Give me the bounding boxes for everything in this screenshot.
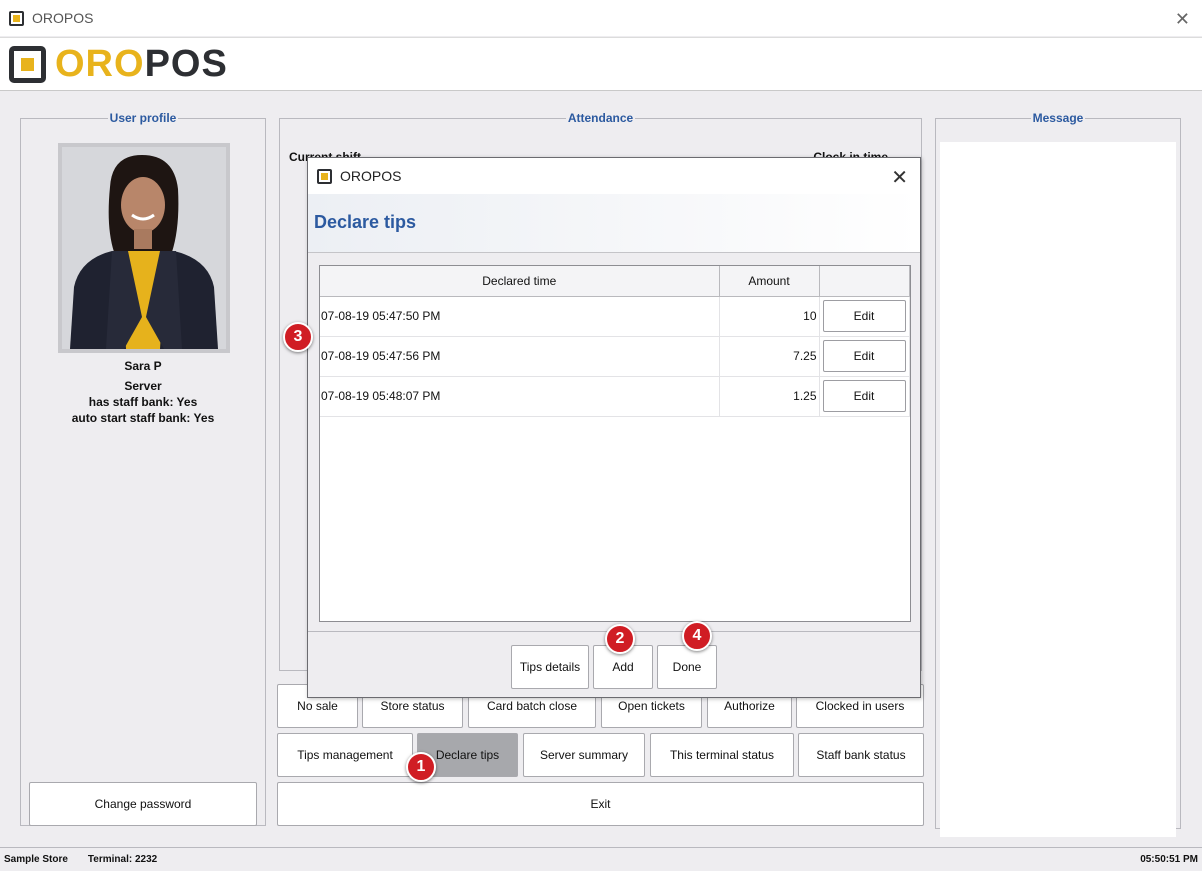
- window-titlebar: OROPOS ✕: [0, 0, 1202, 36]
- attendance-legend: Attendance: [567, 111, 634, 125]
- oropos-logo-icon: [9, 46, 46, 83]
- declared-time-cell: 07-08-19 05:47:50 PM: [320, 296, 720, 337]
- amount-cell: 10: [719, 296, 820, 337]
- tips-table: Declared time Amount 07-08-19 05:47:50 P…: [319, 265, 911, 622]
- step-badge-2: 2: [605, 624, 635, 654]
- step-badge-4: 4: [682, 621, 712, 651]
- user-info: Sara P Server has staff bank: Yes auto s…: [21, 358, 265, 426]
- action-header: [819, 266, 910, 297]
- message-panel: Message: [935, 111, 1181, 837]
- auto-staff-bank-status: auto start staff bank: Yes: [71, 411, 215, 425]
- oropos-logo: OROPOS: [55, 43, 228, 85]
- declare-tips-dialog: OROPOS ✕ Declare tips Declared time Amou…: [307, 157, 921, 698]
- window-close-icon[interactable]: ✕: [1175, 9, 1190, 30]
- staff-bank-status: has staff bank: Yes: [88, 395, 198, 409]
- this-terminal-status-button[interactable]: This terminal status: [650, 733, 794, 777]
- dialog-app-icon: [317, 168, 332, 184]
- amount-cell: 7.25: [719, 336, 820, 377]
- declared-time-header[interactable]: Declared time: [320, 266, 720, 297]
- app-icon: [9, 10, 24, 26]
- declared-time-cell: 07-08-19 05:47:56 PM: [320, 336, 720, 377]
- tips-details-button[interactable]: Tips details: [511, 645, 589, 689]
- message-area: [940, 142, 1176, 837]
- amount-cell: 1.25: [719, 376, 820, 417]
- tips-management-button[interactable]: Tips management: [277, 733, 413, 777]
- user-role: Server: [124, 379, 162, 393]
- table-row[interactable]: 07-08-19 05:47:56 PM 7.25 Edit: [320, 336, 910, 377]
- done-button[interactable]: Done: [657, 645, 717, 689]
- store-name: Sample Store: [4, 854, 68, 865]
- status-bar: Sample Store Terminal: 2232 05:50:51 PM: [0, 847, 1202, 871]
- user-avatar: [58, 143, 230, 353]
- exit-button[interactable]: Exit: [277, 782, 924, 826]
- dialog-titlebar: OROPOS ✕: [308, 158, 920, 194]
- dialog-title: OROPOS: [340, 168, 402, 184]
- dialog-heading: Declare tips: [314, 212, 417, 232]
- dialog-header: Declare tips: [308, 194, 920, 253]
- amount-header[interactable]: Amount: [719, 266, 820, 297]
- logo-bar: OROPOS: [0, 37, 1202, 91]
- edit-button[interactable]: Edit: [822, 299, 906, 332]
- server-summary-button[interactable]: Server summary: [523, 733, 645, 777]
- status-time: 05:50:51 PM: [1140, 854, 1198, 865]
- user-profile-panel: User profile Sara P Server has staff ban…: [20, 111, 266, 826]
- user-profile-legend: User profile: [109, 111, 177, 125]
- dialog-close-icon[interactable]: ✕: [891, 165, 908, 190]
- table-row[interactable]: 07-08-19 05:48:07 PM 1.25 Edit: [320, 376, 910, 417]
- window-title: OROPOS: [32, 10, 94, 26]
- edit-button[interactable]: Edit: [822, 379, 906, 412]
- table-header-row: Declared time Amount: [320, 266, 910, 297]
- change-password-button[interactable]: Change password: [29, 782, 257, 826]
- terminal-id: Terminal: 2232: [87, 854, 158, 865]
- staff-bank-status-button[interactable]: Staff bank status: [798, 733, 924, 777]
- declared-time-cell: 07-08-19 05:48:07 PM: [320, 376, 720, 417]
- message-legend: Message: [1032, 111, 1084, 125]
- step-badge-1: 1: [406, 752, 436, 782]
- user-name: Sara P: [124, 359, 162, 373]
- table-row[interactable]: 07-08-19 05:47:50 PM 10 Edit: [320, 296, 910, 337]
- edit-button[interactable]: Edit: [822, 339, 906, 372]
- step-badge-3: 3: [283, 322, 313, 352]
